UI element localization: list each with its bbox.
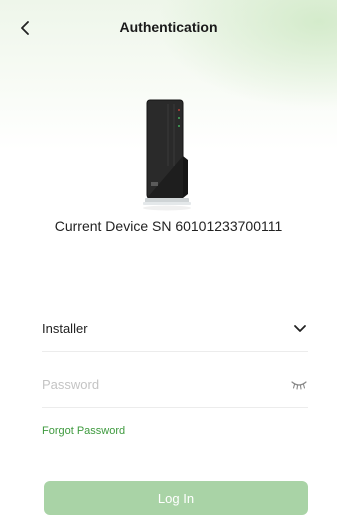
header-bar: Authentication (0, 0, 337, 60)
role-select-value: Installer (42, 321, 88, 336)
login-button[interactable]: Log In (44, 481, 308, 515)
role-select[interactable]: Installer (42, 306, 308, 352)
device-serial-number: Current Device SN 60101233700111 (54, 218, 283, 234)
password-input[interactable] (42, 377, 262, 392)
page-title: Authentication (119, 19, 218, 35)
eye-closed-icon[interactable] (290, 378, 308, 392)
password-field-row (42, 362, 308, 408)
forgot-password-link[interactable]: Forgot Password (42, 425, 125, 437)
chevron-down-icon (292, 321, 308, 337)
device-image (138, 96, 198, 216)
